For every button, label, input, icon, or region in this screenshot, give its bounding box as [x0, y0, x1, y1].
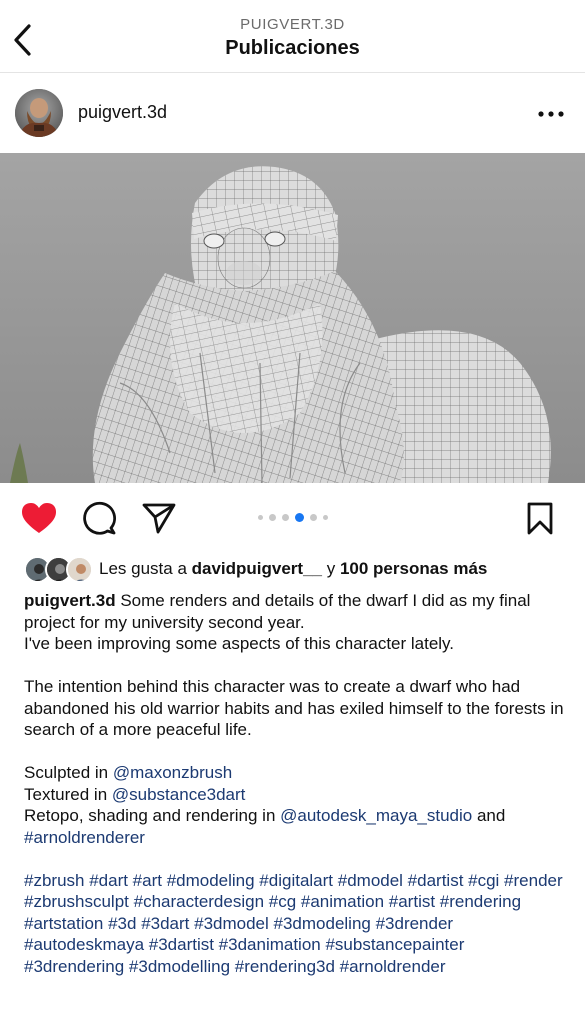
caption-line2: I've been improving some aspects of this… — [24, 634, 455, 653]
carousel-dot — [269, 513, 276, 521]
likes-others[interactable]: 100 personas más — [340, 559, 487, 578]
more-options-icon[interactable] — [536, 102, 566, 126]
liker-avatar — [66, 556, 93, 583]
carousel-dot — [323, 514, 328, 520]
likes-row: Les gusta a davidpuigvert__ y 100 person… — [24, 556, 584, 583]
mention-arnoldrenderer[interactable]: #arnoldrenderer — [24, 828, 145, 847]
avatar[interactable] — [15, 89, 63, 137]
top-bar: PUIGVERT.3D Publicaciones — [0, 0, 585, 73]
carousel-dot — [258, 514, 263, 520]
comment-icon[interactable] — [80, 501, 118, 535]
retopo-prefix: Retopo, shading and rendering in — [24, 806, 281, 825]
like-heart-icon[interactable] — [20, 501, 58, 535]
caption-username[interactable]: puigvert.3d — [24, 591, 116, 610]
account-subtitle: PUIGVERT.3D — [240, 16, 345, 33]
carousel-indicator — [258, 512, 328, 522]
hashtags[interactable]: #zbrush #dart #art #dmodeling #digitalar… — [24, 870, 564, 978]
action-bar — [0, 483, 585, 553]
sculpted-prefix: Sculpted in — [24, 763, 113, 782]
share-icon[interactable] — [140, 501, 178, 535]
post-caption: puigvert.3d Some renders and details of … — [24, 590, 564, 977]
carousel-dot-active — [295, 512, 304, 522]
carousel-dot — [310, 513, 317, 521]
post-username[interactable]: puigvert.3d — [78, 102, 167, 123]
retopo-and: and — [472, 806, 506, 825]
likes-middle: y — [322, 559, 340, 578]
mention-substance3dart[interactable]: @substance3dart — [112, 785, 246, 804]
likes-user[interactable]: davidpuigvert__ — [192, 559, 322, 578]
likes-prefix: Les gusta a — [99, 559, 192, 578]
caption-paragraph2: The intention behind this character was … — [24, 677, 564, 739]
mention-maxonzbrush[interactable]: @maxonzbrush — [113, 763, 232, 782]
page-title: Publicaciones — [225, 37, 360, 59]
carousel-dot — [282, 513, 289, 521]
bookmark-icon[interactable] — [522, 501, 558, 535]
post-image[interactable] — [0, 153, 585, 483]
likes-text[interactable]: Les gusta a davidpuigvert__ y 100 person… — [99, 559, 487, 579]
post-header: puigvert.3d — [0, 74, 585, 153]
textured-prefix: Textured in — [24, 784, 112, 804]
mention-autodesk-maya[interactable]: @autodesk_maya_studio — [280, 806, 472, 825]
